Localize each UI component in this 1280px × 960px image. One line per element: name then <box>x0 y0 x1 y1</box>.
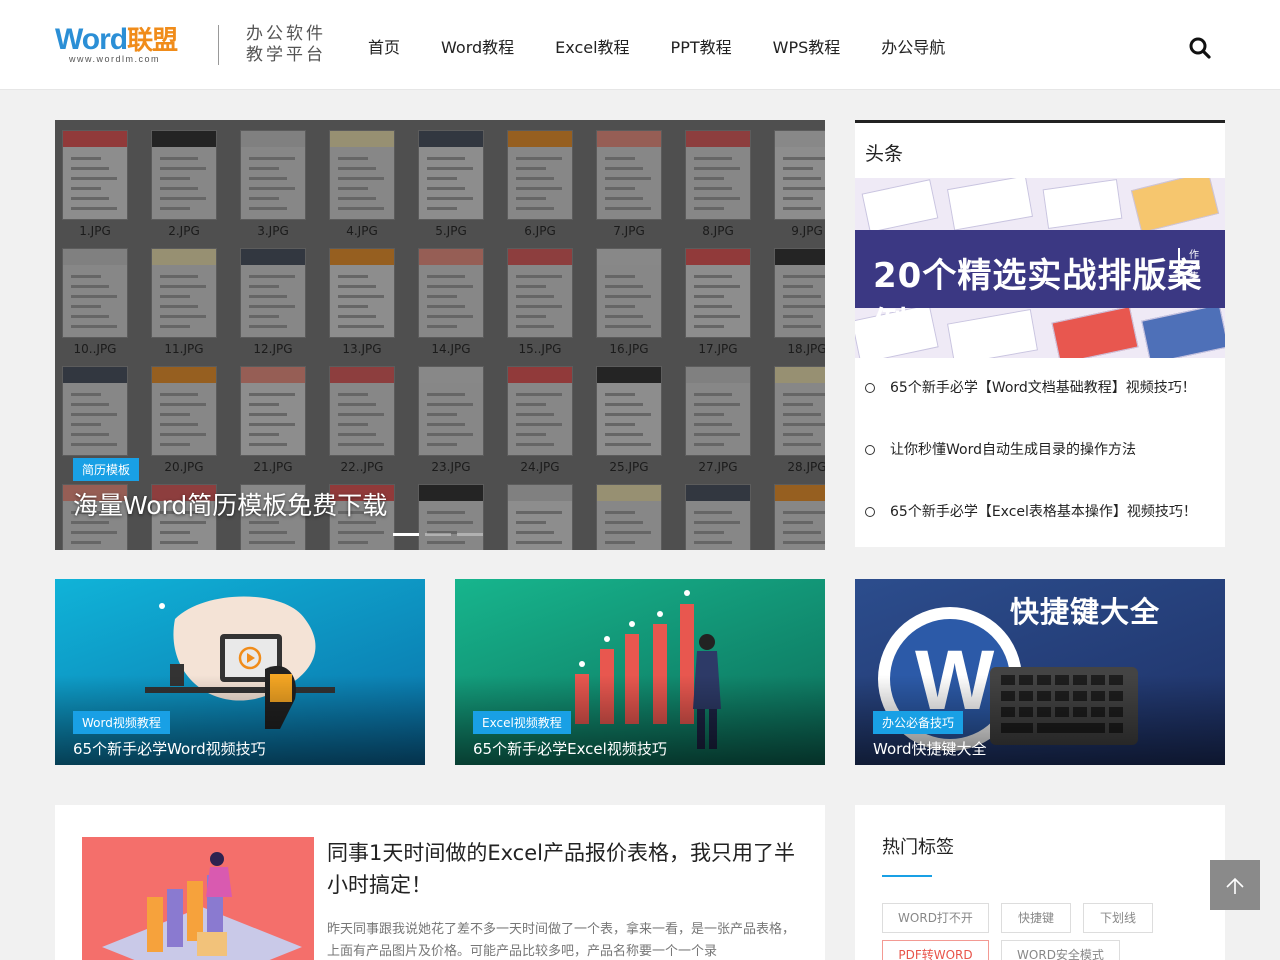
headline-item[interactable]: 65个新手必学【Word文档基础教程】视频技巧！ <box>865 378 1225 440</box>
feature-tag[interactable]: Word视频教程 <box>73 711 170 734</box>
nav-office-guide[interactable]: 办公导航 <box>881 34 945 58</box>
banner-card-shape <box>861 179 939 233</box>
headline-list: 65个新手必学【Word文档基础教程】视频技巧！ 让你秒懂Word自动生成目录的… <box>865 378 1225 564</box>
feature-image-text: 快捷键大全 <box>1010 595 1161 629</box>
hot-tags-panel: 热门标签 WORD打不开 快捷键 下划线 PDF转WORD WORD安全模式 <box>855 805 1225 960</box>
banner-side-text: 作品集 <box>1189 250 1199 283</box>
nav-excel[interactable]: Excel教程 <box>555 34 629 58</box>
banner-card-shape <box>1130 178 1220 234</box>
feature-title[interactable]: 65个新手必学Word视频技巧 <box>73 738 266 759</box>
nav-word[interactable]: Word教程 <box>441 34 514 58</box>
article-thumbnail[interactable] <box>82 837 314 960</box>
bullet-circle-icon <box>865 507 875 517</box>
tag-word-cannot-open[interactable]: WORD打不开 <box>882 903 989 933</box>
site-logo[interactable]: Word联盟 www.wordlm.com <box>55 20 195 68</box>
site-slogan: 办公软件 教学平台 <box>246 24 326 65</box>
feature-tag[interactable]: 办公必备技巧 <box>873 711 964 734</box>
slider-pagination <box>393 533 489 536</box>
banner-card-shape <box>1042 178 1123 230</box>
tag-pdf-to-word[interactable]: PDF转WORD <box>882 940 989 960</box>
search-icon[interactable] <box>1188 36 1212 60</box>
site-header: Word联盟 www.wordlm.com 办公软件 教学平台 首页 Word教… <box>0 0 1280 90</box>
bullet-circle-icon <box>865 383 875 393</box>
feature-card-excel-video[interactable]: Excel视频教程 65个新手必学Excel视频技巧 <box>455 579 825 765</box>
arrow-up-icon <box>1226 877 1244 894</box>
article-card: 同事1天时间做的Excel产品报价表格，我只用了半小时搞定！ 昨天同事跟我说她花… <box>55 805 825 960</box>
feature-title[interactable]: 65个新手必学Excel视频技巧 <box>473 738 667 759</box>
feature-card-shortcuts[interactable]: W 快捷键大全 办公必备技巧 Word快捷键大全 <box>855 579 1225 765</box>
slider-dot[interactable] <box>457 533 483 536</box>
headline-heading: 头条 <box>865 143 904 165</box>
title-underline <box>882 875 932 877</box>
nav-home[interactable]: 首页 <box>368 34 400 58</box>
headline-item[interactable]: 让你秒懂Word自动生成目录的操作方法 <box>865 440 1225 502</box>
headline-banner[interactable]: 20个精选实战排版案例 作品集 <box>855 178 1225 358</box>
back-to-top-button[interactable] <box>1210 860 1260 910</box>
banner-text: 20个精选实战排版案例 <box>873 256 1203 345</box>
main-nav: 首页 Word教程 Excel教程 PPT教程 WPS教程 办公导航 <box>368 34 986 58</box>
hot-tags-title: 热门标签 <box>882 837 954 858</box>
logo-wordmark: Word联盟 <box>55 23 178 56</box>
slider-dot[interactable] <box>425 533 451 536</box>
headline-panel: 头条 20个精选实战排版案例 作品集 65个新手必学【Word文档基础教程】视频… <box>855 120 1225 547</box>
logo-divider <box>218 25 219 65</box>
feature-tag[interactable]: Excel视频教程 <box>473 711 571 734</box>
slider-dot[interactable] <box>393 533 419 536</box>
tag-underline[interactable]: 下划线 <box>1083 903 1153 933</box>
banner-separator <box>1178 248 1180 286</box>
banner-card-shape <box>946 178 1034 231</box>
feature-card-word-video[interactable]: Word视频教程 65个新手必学Word视频技巧 <box>55 579 425 765</box>
bullet-circle-icon <box>865 445 875 455</box>
nav-ppt[interactable]: PPT教程 <box>671 34 732 58</box>
headline-item[interactable]: 65个新手必学【Excel表格基本操作】视频技巧！ <box>865 502 1225 564</box>
feature-title[interactable]: Word快捷键大全 <box>873 738 987 759</box>
slider-category-tag[interactable]: 简历模板 <box>73 458 140 481</box>
tag-word-safe-mode[interactable]: WORD安全模式 <box>1001 940 1120 960</box>
nav-wps[interactable]: WPS教程 <box>773 34 841 58</box>
article-illustration <box>102 852 302 960</box>
tag-shortcut[interactable]: 快捷键 <box>1001 903 1071 933</box>
slider-title[interactable]: 海量Word简历模板免费下载 <box>73 486 387 522</box>
article-title[interactable]: 同事1天时间做的Excel产品报价表格，我只用了半小时搞定！ <box>327 837 797 901</box>
article-excerpt: 昨天同事跟我说她花了差不多一天时间做了一个表，拿来一看，是一张产品表格，上面有产… <box>327 922 796 959</box>
hero-slider[interactable]: 1.JPG 2.JPG 3.JPG 4.JPG 5.JPG 6.JPG 7.JPG 8.JPG… <box>55 120 825 550</box>
logo-url: www.wordlm.com <box>69 54 161 64</box>
